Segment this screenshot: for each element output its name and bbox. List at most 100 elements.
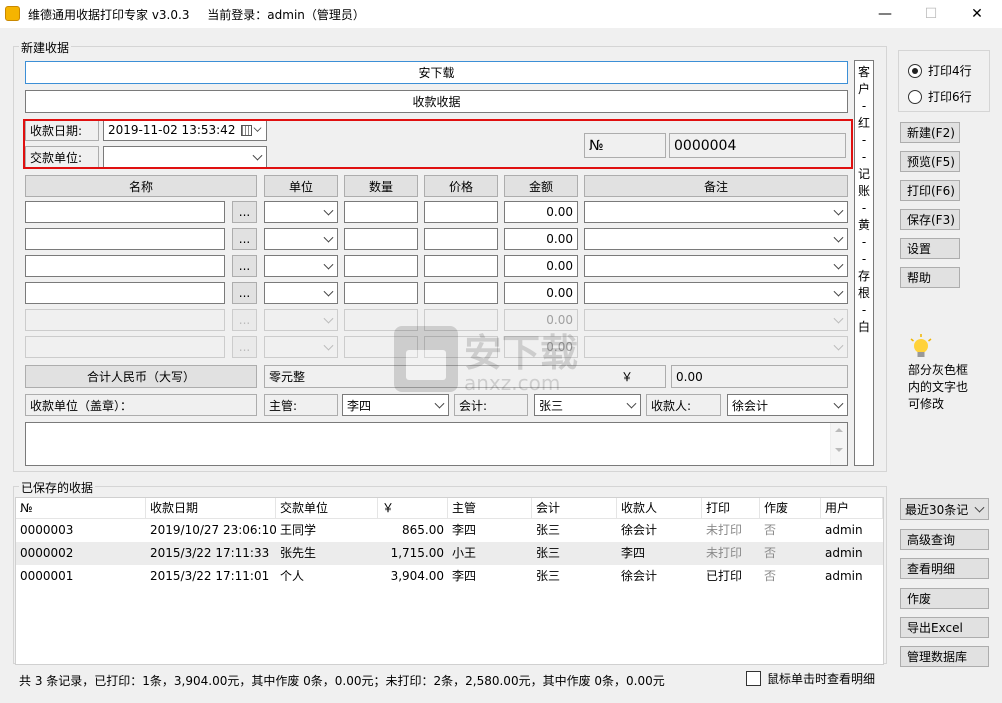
payee-select[interactable]: 徐会计 (727, 394, 848, 416)
receipt-title-input[interactable]: 收款收据 (25, 90, 848, 113)
legend-char: 记 (857, 167, 870, 181)
company-name-input[interactable]: 安下载 (25, 61, 848, 84)
item-name-input[interactable] (25, 228, 225, 250)
item-amount-input[interactable]: 0.00 (504, 255, 578, 277)
radio-selected-icon[interactable] (908, 63, 922, 78)
item-name-input[interactable] (25, 282, 225, 304)
table-cell-payee: 徐会计 (621, 523, 658, 537)
item-unit-select[interactable] (264, 255, 338, 277)
item-name-input (25, 336, 225, 358)
item-qty-input[interactable] (344, 255, 418, 277)
item-remark-select[interactable] (584, 201, 848, 223)
close-button[interactable]: ✕ (954, 0, 1000, 28)
settings-button[interactable]: 设置 (900, 238, 960, 259)
item-unit-select[interactable] (264, 201, 338, 223)
legend-char: 白 (857, 320, 870, 334)
print4-radio[interactable]: 打印4行 (908, 62, 972, 79)
table-row[interactable]: 0000001 2015/3/22 17:11:01 个人 3,904.00 李四 张三 徐… (16, 565, 883, 588)
item-qty-input[interactable] (344, 228, 418, 250)
item-remark-select[interactable] (584, 255, 848, 277)
scroll-down-icon[interactable] (835, 448, 843, 452)
help-button[interactable]: 帮助 (900, 267, 960, 288)
item-unit-select[interactable] (264, 228, 338, 250)
scroll-up-icon[interactable] (835, 428, 843, 432)
void-button[interactable]: 作废 (900, 588, 989, 609)
item-unit-select (264, 309, 338, 331)
manage-database-button[interactable]: 管理数据库 (900, 646, 989, 667)
item-qty-input[interactable] (344, 201, 418, 223)
item-price-input[interactable] (424, 228, 498, 250)
watermark-logo: 安下载 anxz.com (394, 326, 578, 395)
saved-receipts-group-label: 已保存的收据 (19, 479, 96, 496)
new-button[interactable]: 新建(F2) (900, 122, 960, 143)
item-remark-select (584, 336, 848, 358)
item-amount-input[interactable]: 0.00 (504, 228, 578, 250)
minimize-button[interactable]: — (862, 0, 908, 28)
supervisor-value: 李四 (347, 398, 372, 413)
table-column-header[interactable]: № (16, 498, 146, 518)
chevron-down-icon (323, 313, 334, 324)
table-cell-user: admin (825, 569, 863, 583)
table-column-header[interactable]: 收款人 (617, 498, 702, 518)
record-filter-select[interactable]: 最近30条记 (900, 498, 989, 520)
table-column-header[interactable]: 主管 (448, 498, 532, 518)
table-cell-payer: 个人 (280, 569, 305, 583)
table-row[interactable]: 0000003 2019/10/27 23:06:10 王同学 865.00 李四 张三 徐… (16, 519, 883, 542)
print-button[interactable]: 打印(F6) (900, 180, 960, 201)
legend-char: - (861, 235, 867, 249)
item-remark-select[interactable] (584, 228, 848, 250)
item-qty-input[interactable] (344, 282, 418, 304)
table-cell-accountant: 张三 (536, 546, 561, 560)
browse-button[interactable]: ... (232, 255, 257, 277)
chevron-down-icon (833, 232, 844, 243)
save-button[interactable]: 保存(F3) (900, 209, 960, 230)
advanced-search-button[interactable]: 高级查询 (900, 529, 989, 550)
table-column-header[interactable]: ￥ (378, 498, 448, 518)
item-amount-input[interactable]: 0.00 (504, 282, 578, 304)
item-amount-input[interactable]: 0.00 (504, 201, 578, 223)
column-remark-header: 备注 (584, 175, 848, 197)
item-name-input (25, 309, 225, 331)
table-column-header[interactable]: 收款日期 (146, 498, 276, 518)
item-remark-select[interactable] (584, 282, 848, 304)
table-column-header[interactable]: 用户 (821, 498, 883, 518)
browse-button: ... (232, 336, 257, 358)
payee-label: 收款人: (646, 394, 721, 416)
radio-unselected-icon[interactable] (908, 89, 922, 104)
table-column-header[interactable]: 交款单位 (276, 498, 378, 518)
window-title: 维德通用收据打印专家 v3.0.3 当前登录：admin（管理员） (28, 6, 365, 23)
export-excel-button[interactable]: 导出Excel (900, 617, 989, 638)
new-receipt-group-label: 新建收据 (19, 39, 72, 56)
print6-radio[interactable]: 打印6行 (908, 88, 972, 105)
legend-char: 根 (857, 286, 870, 300)
click-detail-checkbox[interactable]: 鼠标单击时查看明细 (746, 670, 875, 687)
item-price-input[interactable] (424, 282, 498, 304)
item-name-input[interactable] (25, 255, 225, 277)
chevron-down-icon (833, 286, 844, 297)
status-summary: 共 3 条记录，已打印：1条，3,904.00元，其中作废 0条，0.00元；未… (19, 674, 665, 688)
item-price-input[interactable] (424, 201, 498, 223)
item-price-input[interactable] (424, 255, 498, 277)
browse-button[interactable]: ... (232, 228, 257, 250)
table-column-header[interactable]: 会计 (532, 498, 617, 518)
table-column-header[interactable]: 作废 (760, 498, 821, 518)
preview-button[interactable]: 预览(F5) (900, 151, 960, 172)
column-amount-header: 金额 (504, 175, 578, 197)
browse-button[interactable]: ... (232, 201, 257, 223)
table-column-header[interactable]: 打印 (702, 498, 760, 518)
app-icon (5, 6, 20, 21)
checkbox-icon[interactable] (746, 671, 761, 686)
maximize-button[interactable]: ☐ (908, 0, 954, 28)
legend-char: - (861, 252, 867, 266)
view-detail-button[interactable]: 查看明细 (900, 558, 989, 579)
browse-button[interactable]: ... (232, 282, 257, 304)
table-row[interactable]: 0000002 2015/3/22 17:11:33 张先生 1,715.00 小王 张三… (16, 542, 883, 565)
notes-textarea[interactable] (25, 422, 848, 466)
legend-char: 户 (857, 82, 870, 96)
notes-scrollbar[interactable] (830, 423, 847, 465)
table-cell-printed: 已打印 (706, 569, 743, 583)
item-unit-select[interactable] (264, 282, 338, 304)
lightbulb-icon (908, 333, 934, 364)
chevron-down-icon (323, 259, 334, 270)
item-name-input[interactable] (25, 201, 225, 223)
